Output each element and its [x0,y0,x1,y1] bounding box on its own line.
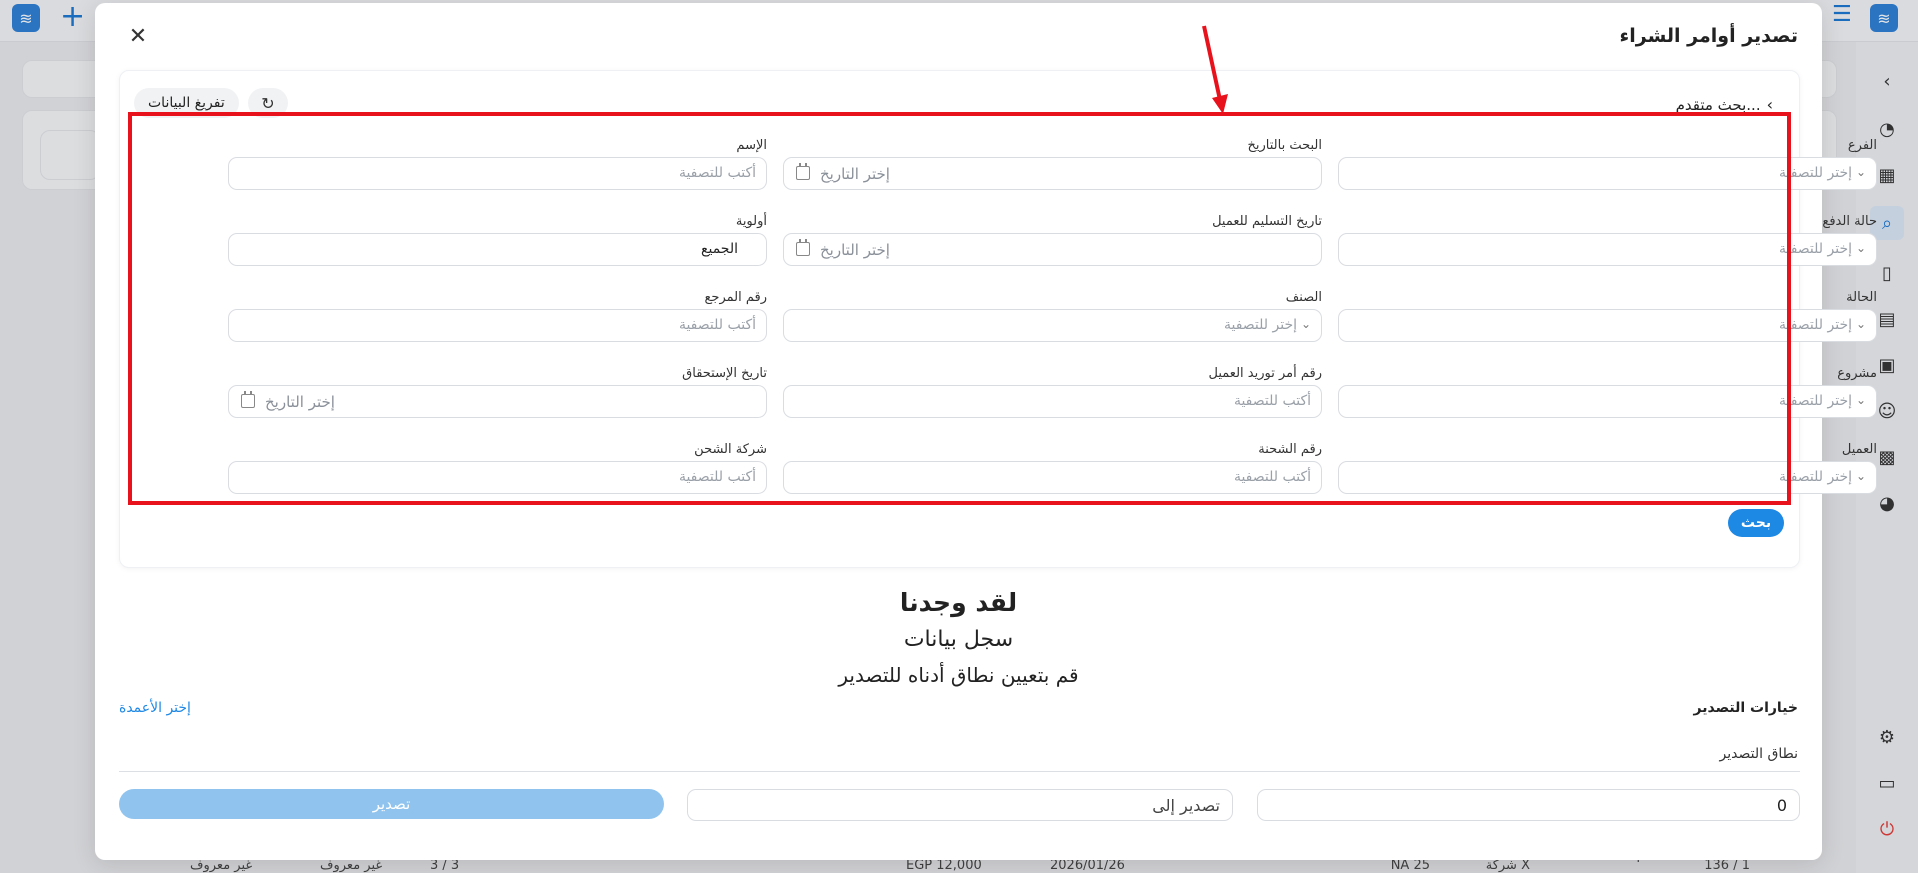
advanced-search-label: بحث متقدم... [1675,95,1761,114]
close-icon[interactable]: ✕ [125,23,151,49]
highlight-annotation [128,112,1791,505]
modal-title: تصدير أوامر الشراء [1619,25,1798,47]
project-label: مشروع [1837,366,1877,381]
export-from-value: 0 [1776,796,1787,815]
branch-label: الفرع [1847,138,1877,153]
choose-columns-link[interactable]: إختر الأعمدة [119,700,191,716]
chevron-down-icon: ⌄ [1855,241,1866,255]
export-to-placeholder: تصدير إلى [1152,796,1220,815]
result-found-text: لقد وجدنا [899,588,1018,617]
chevron-down-icon: ⌄ [1855,393,1866,407]
divider [119,771,1800,772]
result-range-hint: قم بتعيين نطاق أدناه للتصدير [838,663,1079,687]
annotation-arrow-icon [1202,25,1228,114]
export-range-label: نطاق التصدير [1719,746,1798,762]
search-button[interactable]: بحث [1728,509,1784,537]
result-records-text: سجل بيانات [903,627,1014,652]
export-button[interactable]: تصدير [119,789,664,819]
payment-status-label: حالة الدفع [1822,214,1877,229]
chevron-down-icon: ⌄ [1855,469,1866,483]
export-to-input[interactable]: تصدير إلى [687,789,1233,821]
customer-label: العميل [1841,442,1877,457]
status-label: الحالة [1846,290,1877,305]
export-options-title: خيارات التصدير [1693,700,1798,716]
chevron-down-icon: ⌄ [1855,317,1866,331]
chevron-down-icon: ⌄ [1855,165,1866,179]
export-from-input[interactable]: 0 [1257,789,1800,821]
